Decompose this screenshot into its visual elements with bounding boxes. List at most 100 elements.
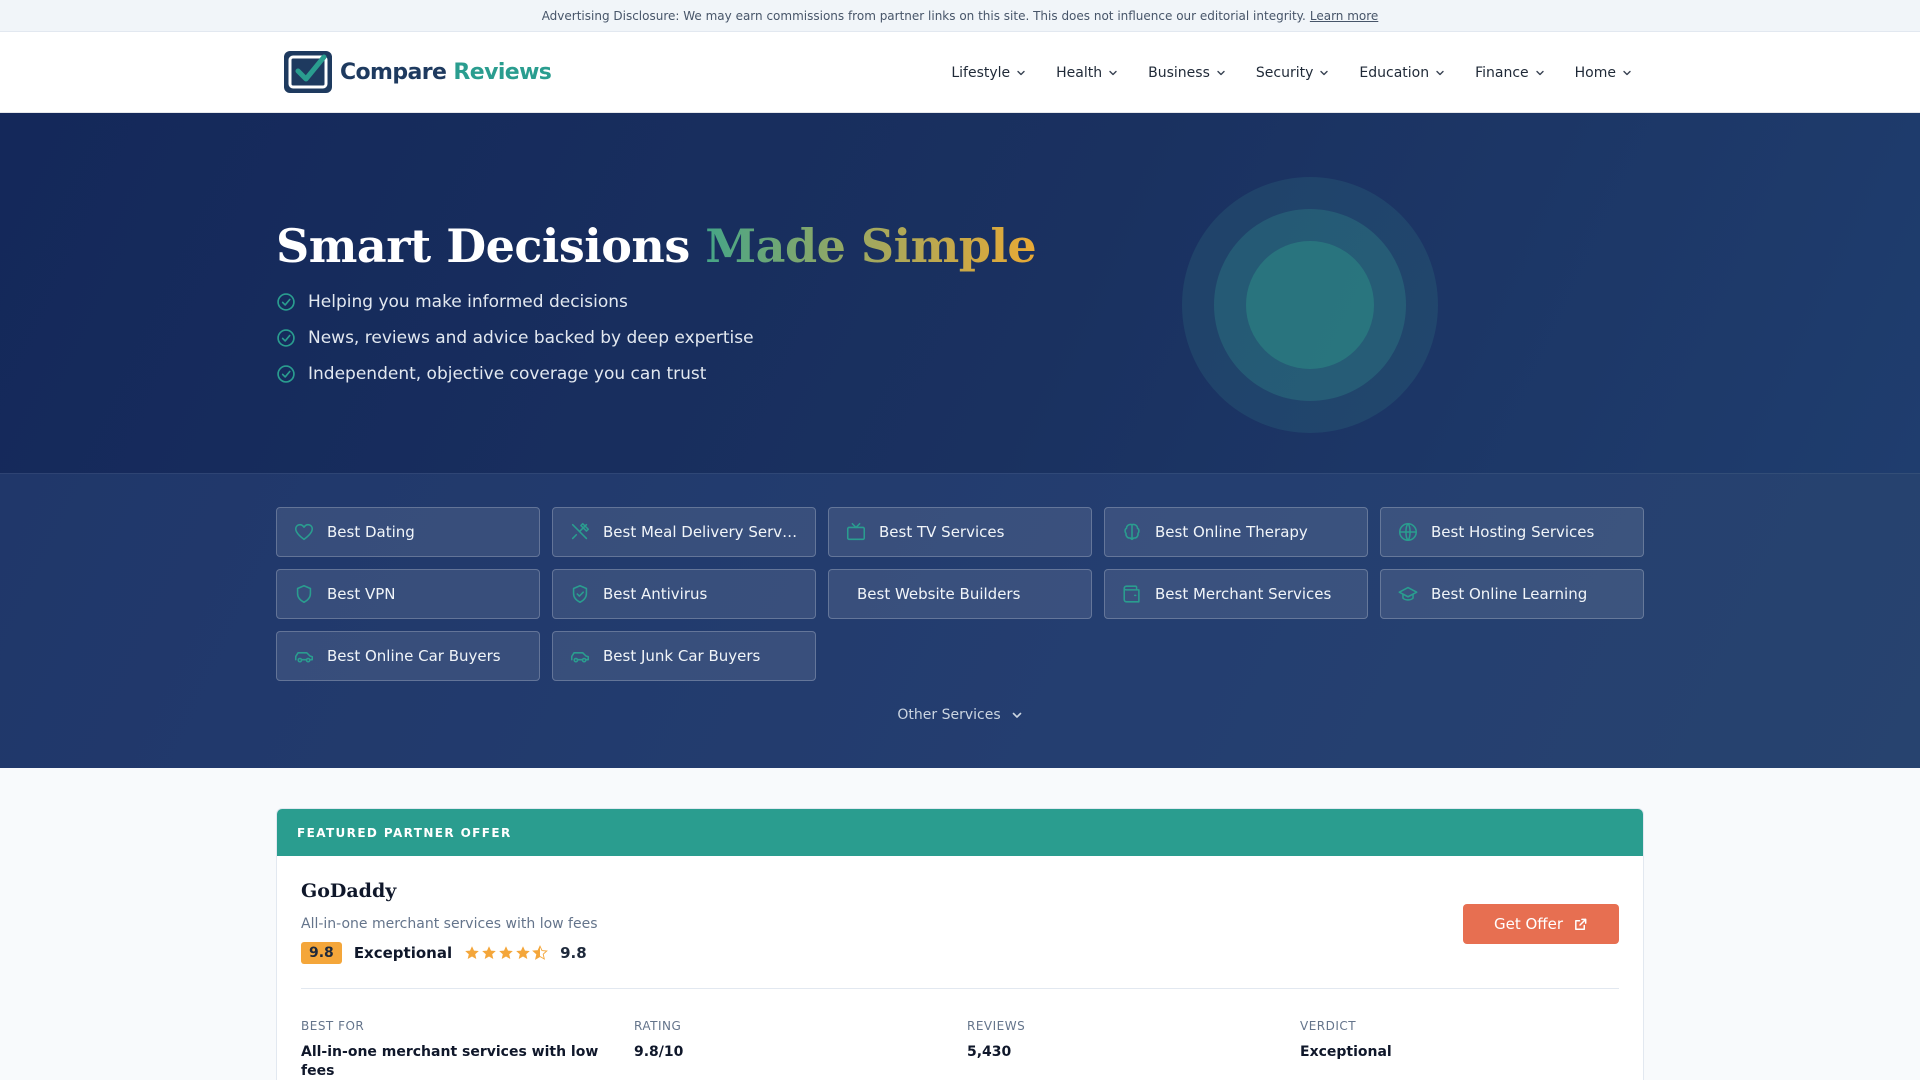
service-label: Best Online Car Buyers — [327, 647, 501, 665]
hero-bullets: Helping you make informed decisions News… — [276, 291, 754, 385]
nav-item-home[interactable]: Home — [1575, 65, 1632, 81]
main-nav: Lifestyle Health Business Security Education… — [951, 32, 1632, 113]
shield-icon — [293, 583, 315, 605]
chevron-down-icon — [1436, 70, 1444, 75]
service-label: Best Hosting Services — [1431, 523, 1595, 541]
heart-icon — [293, 521, 315, 543]
hero-title-main: Smart Decisions — [276, 219, 706, 273]
disclosure-text: Advertising Disclosure: We may earn comm… — [541, 8, 1306, 23]
service-best-vpn[interactable]: Best VPN — [276, 569, 540, 619]
score-badge: 9.8 — [301, 942, 342, 964]
nav-item-education[interactable]: Education — [1359, 65, 1445, 81]
nav-item-health[interactable]: Health — [1056, 65, 1118, 81]
hero-bullet-text: Independent, objective coverage you can … — [308, 364, 707, 384]
learn-more-link[interactable]: Learn more — [1310, 9, 1378, 23]
service-best-dating[interactable]: Best Dating — [276, 507, 540, 557]
stat-reviews: REVIEWS 5,430 — [967, 1019, 1300, 1080]
service-best-junk-car-buyers[interactable]: Best Junk Car Buyers — [552, 631, 816, 681]
chevron-down-icon — [1012, 712, 1021, 718]
nav-item-business[interactable]: Business — [1148, 65, 1226, 81]
featured-offer-card: FEATURED PARTNER OFFER GoDaddy All-in-on… — [276, 808, 1644, 1080]
stat-value: 5,430 — [967, 1044, 1012, 1060]
service-label: Best Dating — [327, 523, 415, 541]
hero-bullet: News, reviews and advice backed by deep … — [276, 327, 754, 349]
nav-item-label: Education — [1359, 64, 1430, 81]
service-best-online-learning[interactable]: Best Online Learning — [1380, 569, 1644, 619]
service-best-antivirus[interactable]: Best Antivirus — [552, 569, 816, 619]
stat-verdict: VERDICT Exceptional — [1300, 1019, 1633, 1080]
verdict-label: Exceptional — [353, 944, 453, 962]
chevron-down-icon — [1109, 70, 1117, 75]
check-circle-icon — [277, 293, 295, 311]
service-label: Best Online Learning — [1431, 585, 1588, 603]
star-half-icon — [532, 945, 548, 960]
hero-bullet-text: News, reviews and advice backed by deep … — [308, 328, 754, 348]
stat-label: REVIEWS — [967, 1019, 1026, 1033]
site-logo[interactable]: Compare Reviews — [284, 51, 552, 93]
car-icon — [569, 645, 591, 667]
hero-bullet: Helping you make informed decisions — [276, 291, 754, 313]
chevron-down-icon — [1320, 70, 1329, 75]
get-offer-label: Get Offer — [1493, 915, 1564, 933]
chevron-down-icon — [1535, 70, 1544, 75]
service-label: Best Merchant Services — [1155, 585, 1332, 603]
offer-rating-row: 9.8 Exceptional 9.8 — [301, 942, 1619, 964]
service-label: Best Online Therapy — [1155, 523, 1308, 541]
check-circle-icon — [277, 365, 295, 383]
hero-section: Smart Decisions Made Simple Helping you … — [0, 113, 1920, 473]
star-score: 9.8 — [560, 944, 587, 962]
advertising-disclosure-bar: Advertising Disclosure: We may earn comm… — [0, 0, 1920, 32]
external-link-icon — [1575, 918, 1587, 930]
nav-item-label: Health — [1056, 64, 1103, 81]
graduation-cap-icon — [1397, 583, 1419, 605]
stat-label: VERDICT — [1300, 1019, 1357, 1033]
service-label: Best Website Builders — [857, 585, 1021, 603]
service-best-tv-services[interactable]: Best TV Services — [828, 507, 1092, 557]
offer-brand-name[interactable]: GoDaddy — [301, 880, 1619, 902]
chevron-down-icon — [1017, 70, 1025, 75]
service-label: Best Junk Car Buyers — [603, 647, 761, 665]
featured-offer-body: GoDaddy All-in-one merchant services wit… — [277, 856, 1643, 1080]
shield-check-icon — [569, 583, 591, 605]
chevron-down-icon — [1217, 70, 1225, 75]
star-full-icon — [516, 946, 530, 959]
nav-item-label: Business — [1148, 64, 1210, 81]
wallet-icon — [1121, 583, 1143, 605]
nav-item-security[interactable]: Security — [1256, 65, 1330, 81]
stat-value: All-in-one merchant services with low fe… — [301, 1044, 599, 1079]
circle-inner — [1246, 241, 1374, 369]
service-best-hosting-services[interactable]: Best Hosting Services — [1380, 507, 1644, 557]
logo-wordmark: Compare Reviews — [340, 59, 552, 85]
logo-word-reviews: Reviews — [453, 59, 552, 85]
chevron-down-icon — [1623, 70, 1631, 75]
hero-bullet: Independent, objective coverage you can … — [276, 363, 754, 385]
star-full-icon — [465, 946, 479, 959]
utensils-icon — [569, 521, 591, 543]
service-label: Best TV Services — [879, 523, 1005, 541]
stat-rating: RATING 9.8/10 — [634, 1019, 967, 1080]
logo-word-compare: Compare — [340, 59, 447, 85]
stat-value: 9.8/10 — [634, 1044, 684, 1060]
car-icon — [293, 645, 315, 667]
get-offer-button[interactable]: Get Offer — [1463, 904, 1619, 944]
globe-icon — [1397, 521, 1419, 543]
other-services-label: Other Services — [897, 707, 1001, 723]
service-best-website-builders[interactable]: Best Website Builders — [828, 569, 1092, 619]
nav-item-finance[interactable]: Finance — [1475, 65, 1545, 81]
star-full-icon — [482, 946, 496, 959]
service-best-online-car-buyers[interactable]: Best Online Car Buyers — [276, 631, 540, 681]
service-best-online-therapy[interactable]: Best Online Therapy — [1104, 507, 1368, 557]
nav-item-lifestyle[interactable]: Lifestyle — [951, 65, 1026, 81]
stat-label: RATING — [634, 1019, 682, 1033]
service-label: Best VPN — [327, 585, 396, 603]
service-best-merchant-services[interactable]: Best Merchant Services — [1104, 569, 1368, 619]
stat-best-for: BEST FOR All-in-one merchant services wi… — [301, 1019, 634, 1080]
featured-offer-header: FEATURED PARTNER OFFER — [277, 809, 1643, 856]
nav-item-label: Home — [1574, 64, 1616, 81]
other-services-toggle[interactable]: Other Services — [0, 707, 1920, 723]
hero-title: Smart Decisions Made Simple — [276, 219, 1037, 273]
hero-bullet-text: Helping you make informed decisions — [308, 292, 628, 312]
service-label: Best Meal Delivery Services — [603, 523, 799, 541]
service-best-meal-delivery-services[interactable]: Best Meal Delivery Services — [552, 507, 816, 557]
nav-item-label: Security — [1255, 64, 1314, 81]
